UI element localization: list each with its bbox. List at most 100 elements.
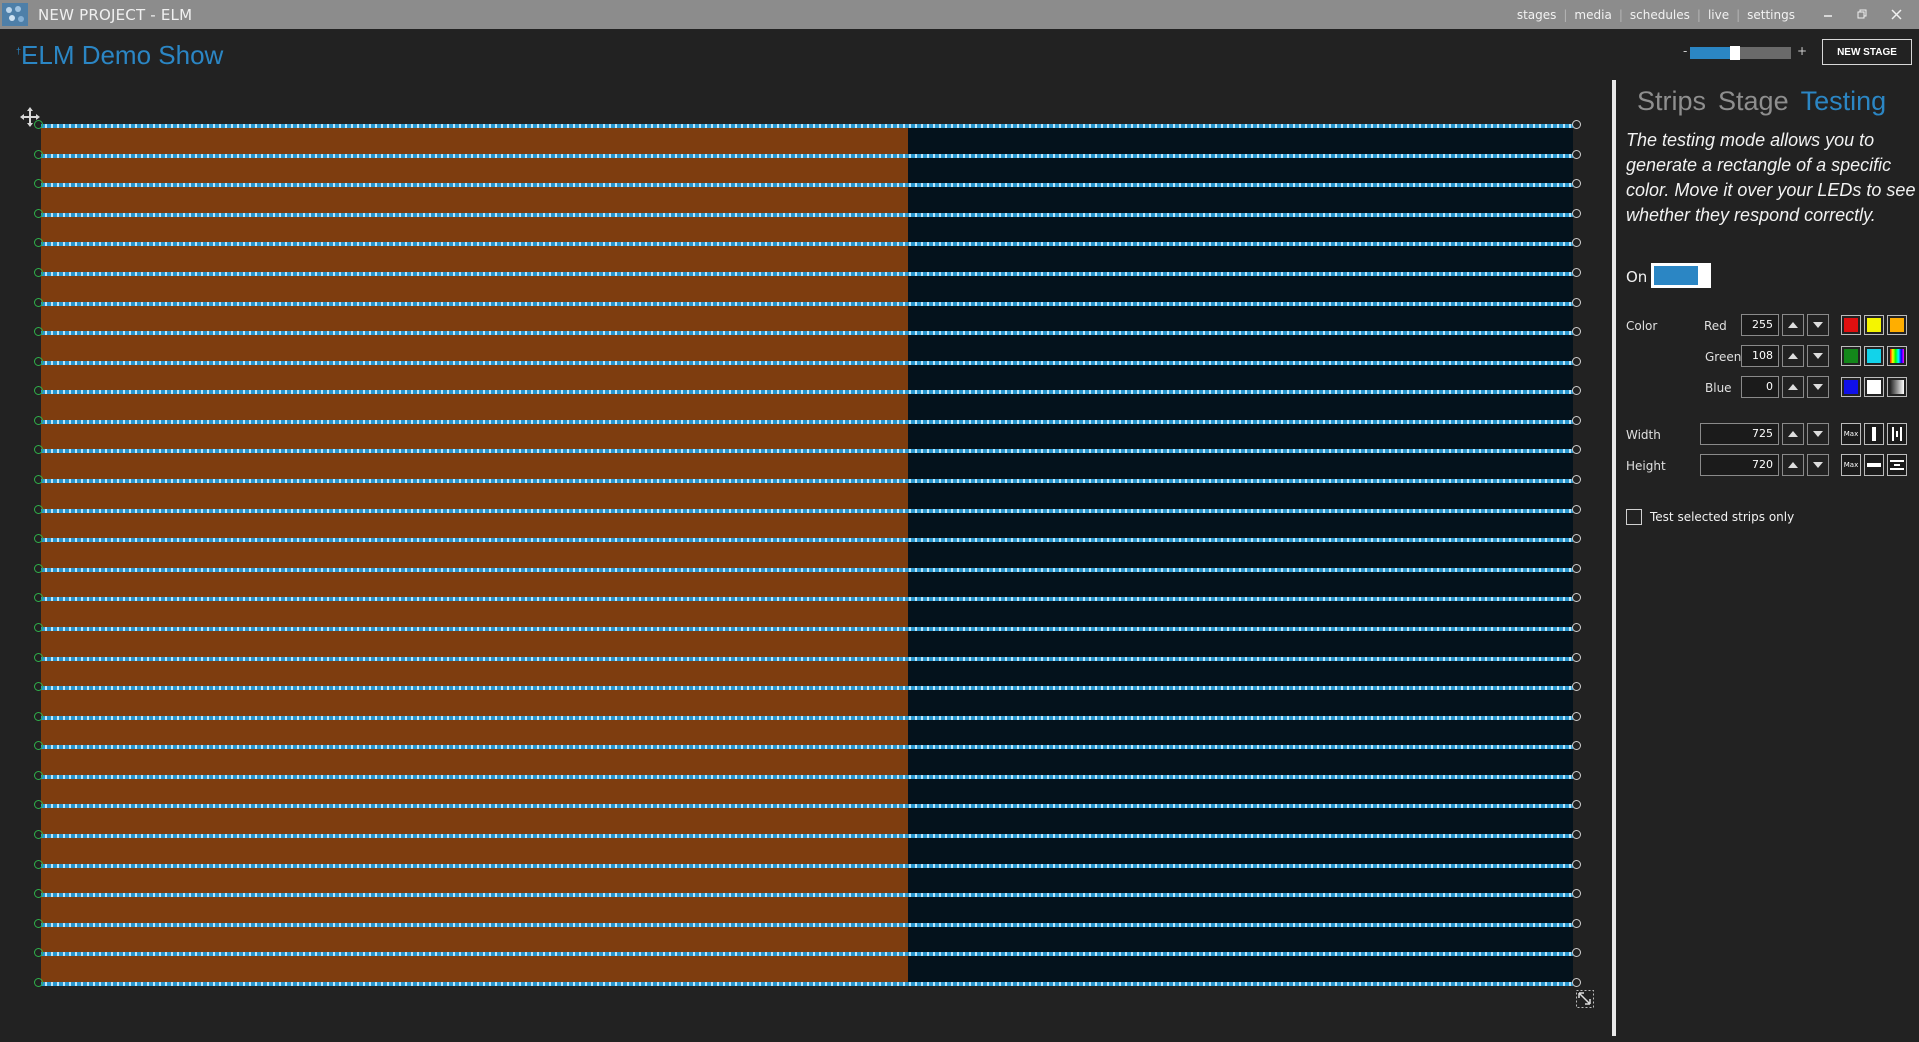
- red-input[interactable]: 255: [1741, 314, 1779, 336]
- strip-end-handle[interactable]: [1572, 771, 1581, 780]
- led-strip[interactable]: [34, 416, 1581, 425]
- strip-end-handle[interactable]: [1572, 209, 1581, 218]
- led-strip[interactable]: [34, 682, 1581, 691]
- strip-end-handle[interactable]: [1572, 623, 1581, 632]
- width-increment-button[interactable]: [1782, 423, 1804, 445]
- strip-end-handle[interactable]: [1572, 593, 1581, 602]
- height-center-button[interactable]: [1887, 454, 1907, 476]
- strip-start-handle[interactable]: [34, 416, 43, 425]
- strip-end-handle[interactable]: [1572, 919, 1581, 928]
- width-max-button[interactable]: Max: [1841, 423, 1861, 445]
- strip-start-handle[interactable]: [34, 800, 43, 809]
- minimize-button[interactable]: [1811, 3, 1845, 25]
- strip-end-handle[interactable]: [1572, 298, 1581, 307]
- strip-start-handle[interactable]: [34, 268, 43, 277]
- strip-end-handle[interactable]: [1572, 445, 1581, 454]
- led-strip[interactable]: [34, 948, 1581, 957]
- width-input[interactable]: 725: [1700, 423, 1779, 445]
- panel-divider[interactable]: [1612, 80, 1616, 1036]
- zoom-slider-thumb[interactable]: [1730, 46, 1741, 60]
- strip-start-handle[interactable]: [34, 712, 43, 721]
- strip-end-handle[interactable]: [1572, 475, 1581, 484]
- strip-end-handle[interactable]: [1572, 800, 1581, 809]
- strip-end-handle[interactable]: [1572, 505, 1581, 514]
- strip-end-handle[interactable]: [1572, 268, 1581, 277]
- test-rectangle[interactable]: [41, 124, 908, 986]
- blue-input[interactable]: 0: [1741, 376, 1779, 398]
- on-toggle[interactable]: [1651, 263, 1711, 288]
- strip-start-handle[interactable]: [34, 830, 43, 839]
- strip-start-handle[interactable]: [34, 505, 43, 514]
- height-decrement-button[interactable]: [1807, 454, 1829, 476]
- strip-start-handle[interactable]: [34, 209, 43, 218]
- led-strip[interactable]: [34, 919, 1581, 928]
- strip-end-handle[interactable]: [1572, 564, 1581, 573]
- led-strip[interactable]: [34, 357, 1581, 366]
- strip-end-handle[interactable]: [1572, 712, 1581, 721]
- stage-canvas[interactable]: [34, 120, 1581, 987]
- tab-stage[interactable]: Stage: [1718, 86, 1789, 117]
- led-strip[interactable]: [34, 534, 1581, 543]
- strip-end-handle[interactable]: [1572, 860, 1581, 869]
- strip-start-handle[interactable]: [34, 919, 43, 928]
- led-strip[interactable]: [34, 475, 1581, 484]
- strip-end-handle[interactable]: [1572, 889, 1581, 898]
- green-decrement-button[interactable]: [1807, 345, 1829, 367]
- led-strip[interactable]: [34, 209, 1581, 218]
- zoom-in-button[interactable]: +: [1797, 44, 1807, 58]
- resize-icon[interactable]: [1576, 990, 1594, 1008]
- height-input[interactable]: 720: [1700, 454, 1779, 476]
- nav-stages[interactable]: stages: [1517, 8, 1557, 22]
- strip-end-handle[interactable]: [1572, 978, 1581, 987]
- tab-strips[interactable]: Strips: [1637, 86, 1706, 117]
- led-strip[interactable]: [34, 860, 1581, 869]
- new-stage-button[interactable]: NEW STAGE: [1822, 39, 1912, 65]
- led-strip[interactable]: [34, 564, 1581, 573]
- blue-decrement-button[interactable]: [1807, 376, 1829, 398]
- strip-start-handle[interactable]: [34, 623, 43, 632]
- strip-start-handle[interactable]: [34, 653, 43, 662]
- red-increment-button[interactable]: [1782, 314, 1804, 336]
- led-strip[interactable]: [34, 593, 1581, 602]
- red-decrement-button[interactable]: [1807, 314, 1829, 336]
- strip-start-handle[interactable]: [34, 150, 43, 159]
- led-strip[interactable]: [34, 623, 1581, 632]
- strip-start-handle[interactable]: [34, 534, 43, 543]
- restore-button[interactable]: [1845, 3, 1879, 25]
- led-strip[interactable]: [34, 445, 1581, 454]
- led-strip[interactable]: [34, 712, 1581, 721]
- strip-start-handle[interactable]: [34, 771, 43, 780]
- strip-start-handle[interactable]: [34, 564, 43, 573]
- zoom-slider[interactable]: [1690, 46, 1791, 60]
- strip-start-handle[interactable]: [34, 327, 43, 336]
- strip-end-handle[interactable]: [1572, 741, 1581, 750]
- strip-start-handle[interactable]: [34, 475, 43, 484]
- strip-start-handle[interactable]: [34, 889, 43, 898]
- strip-end-handle[interactable]: [1572, 120, 1581, 129]
- strip-end-handle[interactable]: [1572, 416, 1581, 425]
- nav-media[interactable]: media: [1574, 8, 1611, 22]
- led-strip[interactable]: [34, 653, 1581, 662]
- zoom-out-button[interactable]: -: [1683, 44, 1687, 58]
- strip-start-handle[interactable]: [34, 238, 43, 247]
- strip-start-handle[interactable]: [34, 593, 43, 602]
- swatch-rainbow[interactable]: [1887, 346, 1907, 366]
- close-button[interactable]: [1879, 3, 1913, 25]
- led-strip[interactable]: [34, 150, 1581, 159]
- green-input[interactable]: 108: [1741, 345, 1779, 367]
- led-strip[interactable]: [34, 238, 1581, 247]
- swatch-gradient[interactable]: [1887, 377, 1907, 397]
- strip-end-handle[interactable]: [1572, 179, 1581, 188]
- led-strip[interactable]: [34, 120, 1581, 129]
- strip-end-handle[interactable]: [1572, 830, 1581, 839]
- led-strip[interactable]: [34, 179, 1581, 188]
- swatch-yellow[interactable]: [1864, 315, 1884, 335]
- nav-settings[interactable]: settings: [1747, 8, 1795, 22]
- strip-start-handle[interactable]: [34, 386, 43, 395]
- strip-end-handle[interactable]: [1572, 948, 1581, 957]
- led-strip[interactable]: [34, 327, 1581, 336]
- strip-start-handle[interactable]: [34, 978, 43, 987]
- test-selected-checkbox[interactable]: [1626, 509, 1642, 525]
- strip-end-handle[interactable]: [1572, 357, 1581, 366]
- nav-schedules[interactable]: schedules: [1630, 8, 1690, 22]
